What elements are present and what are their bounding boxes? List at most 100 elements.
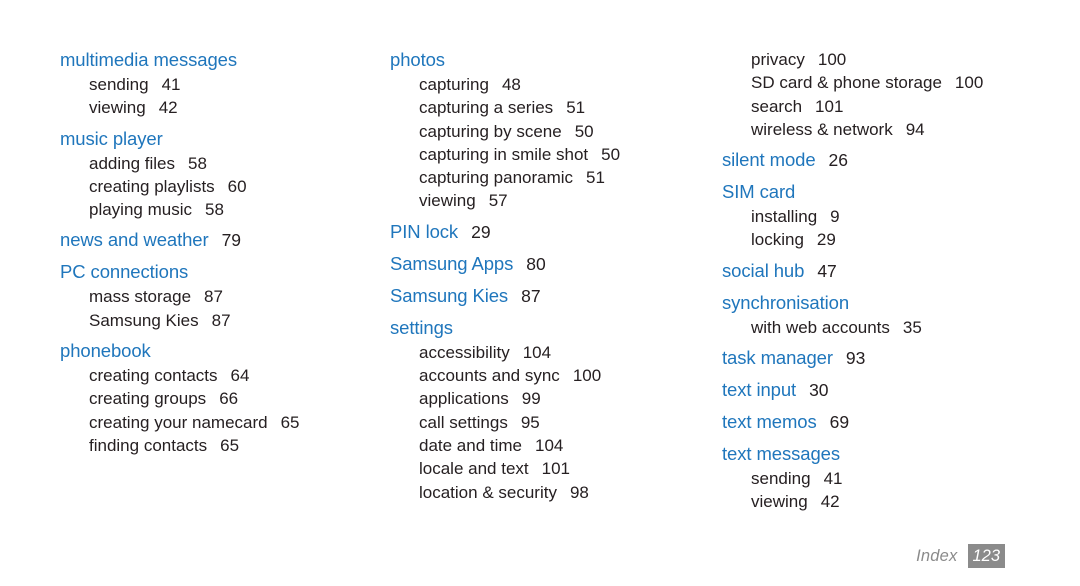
index-subentry-page-number: 100 (572, 366, 602, 386)
index-subentry-page-number: 42 (820, 492, 840, 512)
index-subentry[interactable]: viewing 42 (751, 490, 1080, 513)
index-heading[interactable]: text messages (722, 442, 1080, 467)
index-subentry-page-number: 50 (574, 121, 594, 141)
index-subentry-label: Samsung Kies (89, 310, 199, 330)
index-heading[interactable]: SIM card (722, 180, 1080, 205)
index-subentry[interactable]: capturing 48 (419, 73, 722, 96)
index-subentry[interactable]: date and time 104 (419, 434, 722, 457)
index-heading[interactable]: music player (60, 127, 390, 152)
index-subentry-label: locale and text (419, 459, 529, 479)
index-heading[interactable]: silent mode 26 (722, 148, 1080, 173)
index-subentry[interactable]: capturing panoramic 51 (419, 166, 722, 189)
index-group: news and weather 79 (60, 228, 390, 253)
index-subentry[interactable]: privacy 100 (751, 48, 1080, 71)
index-subentry-label: privacy (751, 50, 805, 69)
index-subentry[interactable]: wireless & network 94 (751, 118, 1080, 141)
index-subentry-page-number: 94 (905, 119, 925, 139)
index-heading-page-number: 30 (809, 380, 829, 401)
index-subentry-label: sending (751, 469, 811, 489)
index-heading-label: task manager (722, 347, 833, 369)
index-subentry-page-number: 51 (566, 98, 586, 118)
index-subentry[interactable]: installing 9 (751, 205, 1080, 228)
index-subentry[interactable]: adding files 58 (89, 152, 390, 175)
index-subentry-label: capturing a series (419, 98, 554, 118)
index-subentry-page-number: 41 (161, 75, 181, 94)
index-subentry-label: creating playlists (89, 176, 215, 196)
index-heading[interactable]: settings (390, 316, 722, 341)
index-subentry-page-number: 35 (902, 317, 922, 337)
index-heading[interactable]: synchronisation (722, 291, 1080, 316)
index-subentry-page-number: 65 (220, 435, 240, 455)
index-subentry-page-number: 48 (501, 75, 521, 94)
index-subentry-label: date and time (419, 435, 523, 455)
index-subentry[interactable]: location & security 98 (419, 481, 722, 504)
index-heading-page-number: 69 (829, 412, 850, 433)
index-subentry[interactable]: mass storage 87 (89, 285, 390, 308)
index-subentry[interactable]: sending 41 (89, 73, 390, 96)
index-subentry[interactable]: Samsung Kies 87 (89, 309, 390, 332)
index-group: Samsung Kies 87 (390, 284, 722, 309)
index-subentry-page-number: 64 (230, 366, 250, 386)
index-subentry[interactable]: viewing 57 (419, 189, 722, 212)
index-heading[interactable]: PC connections (60, 260, 390, 285)
index-heading-page-number: 79 (221, 230, 242, 251)
index-group: social hub 47 (722, 259, 1080, 284)
index-subentry-page-number: 100 (817, 50, 847, 69)
index-subentry[interactable]: playing music 58 (89, 198, 390, 221)
index-subentry[interactable]: search 101 (751, 95, 1080, 118)
index-subentry[interactable]: capturing by scene 50 (419, 120, 722, 143)
index-heading[interactable]: news and weather 79 (60, 228, 390, 253)
index-heading-label: text memos (722, 411, 817, 433)
index-page: multimedia messages sending 41 viewing 42 mus… (0, 0, 1080, 586)
index-heading[interactable]: photos (390, 48, 722, 73)
index-heading-page-number: 47 (817, 260, 837, 281)
index-heading[interactable]: multimedia messages (60, 48, 390, 73)
index-heading[interactable]: Samsung Kies 87 (390, 284, 722, 309)
index-column-0: multimedia messages sending 41 viewing 42 mus… (60, 48, 390, 457)
index-group: silent mode 26 (722, 148, 1080, 173)
index-subentry-label: creating your namecard (89, 412, 268, 432)
index-heading[interactable]: Samsung Apps 80 (390, 252, 722, 277)
index-subentry[interactable]: call settings 95 (419, 411, 722, 434)
index-subentry-label: accounts and sync (419, 366, 560, 386)
index-subentry-page-number: 58 (205, 200, 224, 220)
index-subentry[interactable]: capturing a series 51 (419, 96, 722, 119)
index-subentry[interactable]: viewing 42 (89, 96, 390, 119)
index-heading[interactable]: task manager 93 (722, 346, 1080, 371)
index-heading[interactable]: phonebook (60, 339, 390, 364)
index-subentry[interactable]: applications 99 (419, 387, 722, 410)
index-subentry[interactable]: creating playlists 60 (89, 175, 390, 198)
index-subentry[interactable]: finding contacts 65 (89, 434, 390, 457)
index-subentry[interactable]: creating contacts 64 (89, 364, 390, 387)
index-subentry[interactable]: locale and text 101 (419, 457, 722, 480)
index-group: settings accessibility 104 accounts and syn… (390, 316, 722, 504)
index-subentry-page-number: 60 (227, 176, 247, 196)
index-group: Samsung Apps 80 (390, 252, 722, 277)
index-heading-label: text messages (722, 443, 840, 465)
index-subentry[interactable]: creating groups 66 (89, 387, 390, 410)
index-heading-label: music player (60, 127, 163, 149)
index-heading[interactable]: PIN lock 29 (390, 220, 722, 245)
index-heading[interactable]: social hub 47 (722, 259, 1080, 284)
index-subentry[interactable]: locking 29 (751, 228, 1080, 251)
index-subentry-label: wireless & network (751, 119, 893, 139)
index-subentry[interactable]: capturing in smile shot 50 (419, 143, 722, 166)
index-heading-label: text input (722, 379, 797, 401)
index-heading-label: PC connections (60, 261, 189, 283)
index-group: text memos 69 (722, 410, 1080, 435)
index-subentry[interactable]: sending 41 (751, 467, 1080, 490)
index-subentry[interactable]: SD card & phone storage 100 (751, 71, 1080, 94)
index-subentry-page-number: 9 (830, 207, 840, 227)
index-heading[interactable]: text memos 69 (722, 410, 1080, 435)
index-subentry-label: capturing panoramic (419, 168, 574, 188)
index-subentry[interactable]: accounts and sync 100 (419, 364, 722, 387)
index-heading[interactable]: text input 30 (722, 378, 1080, 403)
index-subentry-label: mass storage (89, 287, 192, 307)
index-subentry[interactable]: accessibility 104 (419, 341, 722, 364)
index-group: phonebook creating contacts 64 creating gro… (60, 339, 390, 457)
index-subentry[interactable]: creating your namecard 65 (89, 411, 390, 434)
index-subentry-page-number: 58 (188, 153, 207, 173)
index-subentry-label: creating contacts (89, 366, 218, 386)
index-subentry[interactable]: with web accounts 35 (751, 316, 1080, 339)
index-heading-label: silent mode (722, 149, 816, 171)
